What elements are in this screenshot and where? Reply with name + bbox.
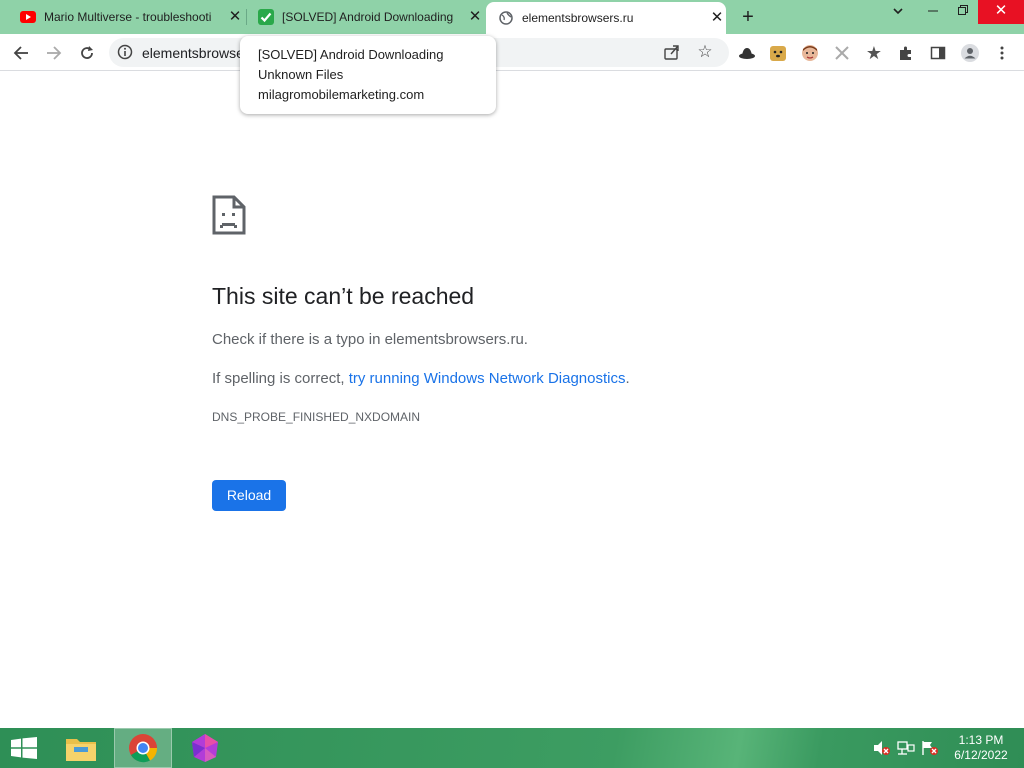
menu-kebab-icon[interactable] bbox=[992, 43, 1012, 63]
tab-solved-android[interactable]: [SOLVED] Android Downloading ✕ bbox=[248, 0, 484, 34]
typo-hint: Check if there is a typo in elementsbrow… bbox=[212, 331, 528, 348]
extension-doge-icon[interactable] bbox=[768, 43, 788, 63]
forward-arrow-icon[interactable] bbox=[41, 40, 67, 66]
tab-search-chevron-icon[interactable] bbox=[887, 0, 909, 24]
tab-close-icon[interactable]: ✕ bbox=[708, 9, 726, 27]
volume-muted-icon[interactable] bbox=[873, 740, 891, 756]
new-tab-button[interactable]: + bbox=[737, 6, 759, 28]
system-clock[interactable]: 1:13 PM 6/12/2022 bbox=[946, 733, 1016, 763]
tab-close-icon[interactable]: ✕ bbox=[466, 8, 484, 26]
file-explorer-icon[interactable] bbox=[52, 728, 110, 768]
taskbar: 1:13 PM 6/12/2022 bbox=[0, 728, 1024, 768]
share-icon[interactable] bbox=[663, 43, 683, 63]
address-text[interactable]: elementsbrowse bbox=[142, 45, 244, 61]
tor-browser-icon[interactable] bbox=[176, 728, 234, 768]
globe-icon bbox=[498, 10, 514, 26]
minimize-button[interactable] bbox=[920, 0, 946, 24]
profile-avatar-icon[interactable] bbox=[960, 43, 980, 63]
extension-star-icon[interactable]: ★ bbox=[864, 43, 884, 63]
reload-button[interactable]: Reload bbox=[212, 480, 286, 511]
extension-x-icon[interactable] bbox=[832, 43, 852, 63]
windows-start-icon[interactable] bbox=[0, 728, 48, 768]
chrome-icon[interactable] bbox=[114, 728, 172, 768]
youtube-icon bbox=[20, 9, 36, 25]
tab-title: [SOLVED] Android Downloading bbox=[282, 10, 454, 24]
tab-mario-multiverse[interactable]: Mario Multiverse - troubleshooti ✕ bbox=[8, 0, 244, 34]
side-panel-icon[interactable] bbox=[928, 43, 948, 63]
tab-title: elementsbrowsers.ru bbox=[522, 11, 634, 25]
info-icon[interactable] bbox=[117, 44, 133, 60]
hover-card-title: [SOLVED] Android Downloading Unknown Fil… bbox=[258, 47, 444, 82]
back-arrow-icon[interactable] bbox=[8, 40, 34, 66]
bookmark-star-icon[interactable]: ☆ bbox=[695, 42, 715, 62]
green-check-icon bbox=[258, 9, 274, 25]
close-window-button[interactable]: ✕ bbox=[978, 0, 1024, 24]
diagnostics-hint: If spelling is correct, try running Wind… bbox=[212, 370, 630, 387]
restore-button[interactable] bbox=[950, 0, 976, 24]
error-code: DNS_PROBE_FINISHED_NXDOMAIN bbox=[212, 410, 421, 424]
error-heading: This site can’t be reached bbox=[212, 283, 475, 309]
tab-elementsbrowsers[interactable]: elementsbrowsers.ru ✕ bbox=[486, 2, 726, 34]
clock-time: 1:13 PM bbox=[958, 733, 1004, 747]
diagnostics-suffix: . bbox=[625, 370, 630, 387]
hover-card-url: milagromobilemarketing.com bbox=[258, 87, 425, 102]
clock-date: 6/12/2022 bbox=[954, 748, 1008, 762]
network-icon[interactable] bbox=[897, 740, 915, 756]
extension-face-icon[interactable] bbox=[800, 43, 820, 63]
action-center-flag-icon[interactable] bbox=[921, 740, 939, 756]
network-diagnostics-link[interactable]: try running Windows Network Diagnostics bbox=[349, 370, 626, 387]
tab-separator bbox=[246, 9, 247, 25]
reload-icon[interactable] bbox=[74, 40, 100, 66]
tab-hover-card: [SOLVED] Android Downloading Unknown Fil… bbox=[240, 36, 496, 114]
browser-toolbar: elementsbrowse ☆ ★ bbox=[0, 34, 1024, 71]
sad-page-icon bbox=[212, 195, 246, 235]
tab-close-icon[interactable]: ✕ bbox=[226, 8, 244, 26]
tab-strip: Mario Multiverse - troubleshooti ✕ [SOLV… bbox=[0, 0, 1024, 34]
extensions-puzzle-icon[interactable] bbox=[896, 43, 916, 63]
tab-title: Mario Multiverse - troubleshooti bbox=[44, 10, 212, 24]
extension-hat-icon[interactable] bbox=[737, 43, 757, 63]
diagnostics-prefix: If spelling is correct, bbox=[212, 370, 349, 387]
